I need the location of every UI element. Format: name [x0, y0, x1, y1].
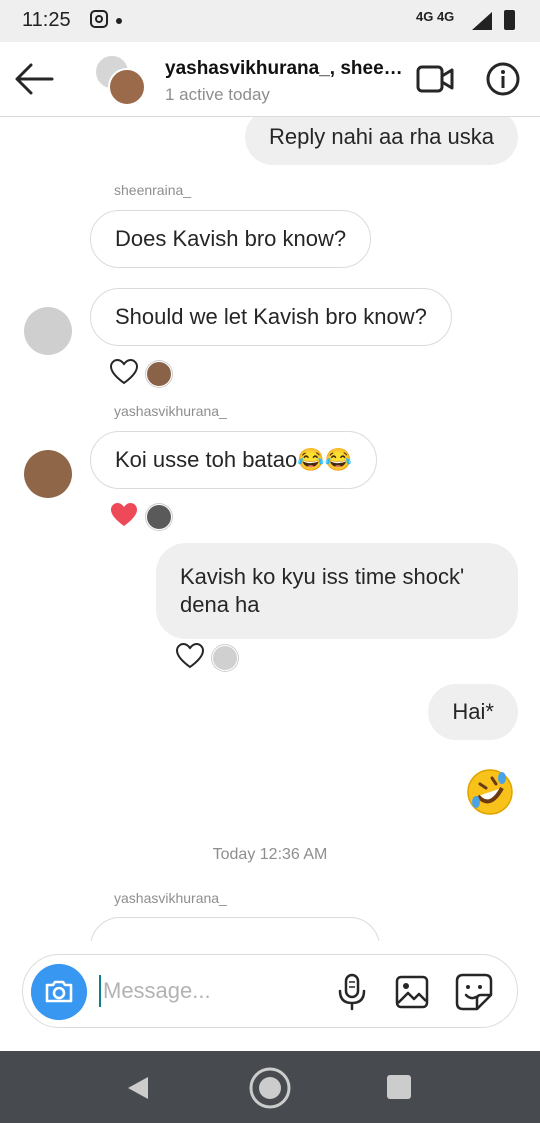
- chat-header: yashasvikhurana_, sheenraina_ 1 active t…: [0, 42, 540, 117]
- message-bubble-outgoing[interactable]: Reply nahi aa rha uska: [244, 117, 518, 165]
- heart-icon[interactable]: [176, 643, 204, 669]
- battery-icon: [504, 10, 515, 30]
- sticker-icon[interactable]: [455, 973, 493, 1011]
- message-text-line: dena ha: [180, 592, 260, 617]
- message-bubble-outgoing[interactable]: Hai*: [428, 684, 518, 740]
- message-bubble-incoming[interactable]: Koi usse toh batao😂😂: [90, 431, 378, 489]
- message-bubble-incoming[interactable]: Should we let Kavish bro know?: [90, 288, 452, 346]
- text-cursor: [99, 975, 101, 1007]
- nav-home-icon[interactable]: [248, 1066, 292, 1110]
- heart-icon[interactable]: [110, 502, 138, 528]
- info-icon[interactable]: [486, 62, 520, 96]
- network-label: 4G 4G: [416, 9, 455, 24]
- reaction-avatar: [146, 504, 172, 530]
- reaction-avatar: [146, 361, 172, 387]
- active-status: 1 active today: [165, 85, 270, 104]
- sender-name: yashasvikhurana_: [114, 890, 227, 906]
- chat-title[interactable]: yashasvikhurana_, sheenraina_: [165, 58, 405, 80]
- heart-icon[interactable]: [110, 359, 138, 385]
- camera-icon[interactable]: [31, 964, 87, 1020]
- notification-dot-icon: [116, 18, 122, 24]
- microphone-icon[interactable]: [335, 973, 369, 1011]
- instagram-notification-icon: [90, 10, 108, 28]
- nav-back-icon[interactable]: [124, 1074, 152, 1102]
- system-nav-bar: [0, 1051, 540, 1123]
- message-composer: [22, 954, 518, 1028]
- sender-name: yashasvikhurana_: [114, 403, 227, 419]
- group-avatars[interactable]: [94, 54, 146, 106]
- gallery-icon[interactable]: [395, 975, 429, 1009]
- message-bubble-incoming[interactable]: Does Kavish bro know?: [90, 210, 372, 268]
- message-bubble-outgoing[interactable]: Kavish ko kyu iss time shock' dena ha: [156, 543, 518, 639]
- message-text-line: Kavish ko kyu iss time shock': [180, 564, 465, 589]
- reaction-avatar: [212, 645, 238, 671]
- nav-recents-icon[interactable]: [387, 1075, 411, 1099]
- rolling-laughing-emoji-icon[interactable]: [466, 768, 514, 816]
- message-bubble-incoming-partial[interactable]: [90, 917, 380, 941]
- avatar[interactable]: [24, 450, 72, 498]
- video-call-icon[interactable]: [416, 64, 454, 94]
- status-bar: 11:25 4G 4G: [0, 0, 540, 42]
- message-input[interactable]: [103, 975, 323, 1007]
- date-separator: Today 12:36 AM: [212, 846, 328, 863]
- signal-icon: [472, 12, 492, 30]
- status-time: 11:25: [22, 9, 71, 31]
- avatar[interactable]: [24, 307, 72, 355]
- sender-name: sheenraina_: [114, 182, 192, 198]
- back-arrow-icon[interactable]: [14, 62, 54, 96]
- avatar: [108, 68, 146, 106]
- message-list[interactable]: Reply nahi aa rha uska sheenraina_ Does …: [0, 117, 540, 941]
